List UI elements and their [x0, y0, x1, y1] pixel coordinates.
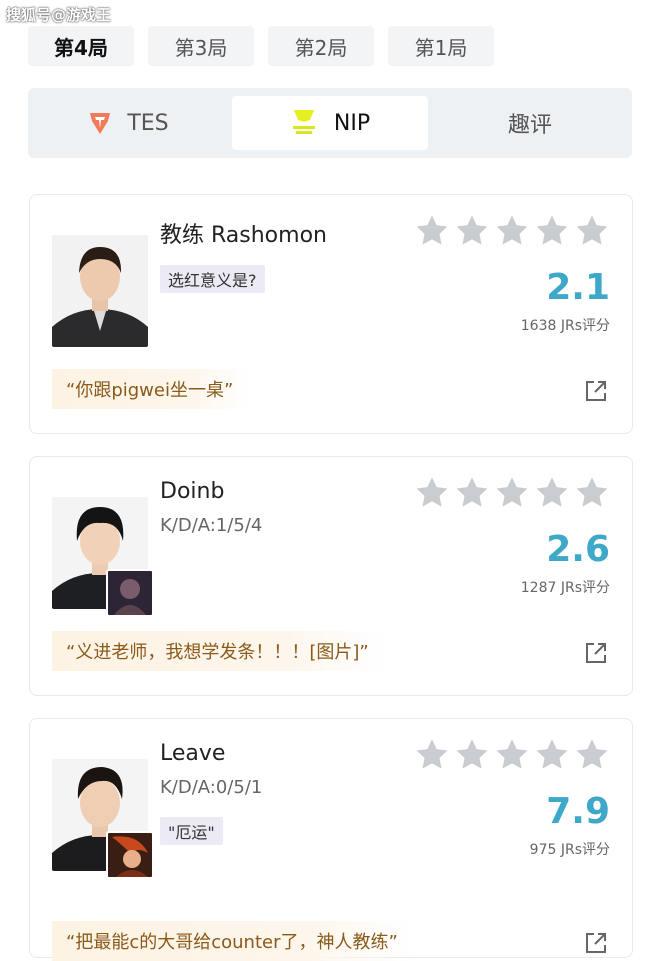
team-tab-bar: TES NIP 趣评 — [28, 88, 632, 158]
star-icon[interactable] — [574, 213, 610, 249]
tab-round-1[interactable]: 第1局 — [388, 26, 494, 66]
nip-logo-icon — [290, 108, 318, 138]
player-score: 2.6 — [546, 529, 610, 570]
star-icon[interactable] — [574, 737, 610, 773]
round-tabs: 第4局 第3局 第2局 第1局 — [28, 26, 494, 66]
tab-round-3[interactable]: 第3局 — [148, 26, 254, 66]
star-icon[interactable] — [574, 475, 610, 511]
rating-count: 1287 JRs评分 — [520, 580, 610, 596]
player-kda: K/D/A:0/5/1 — [160, 777, 263, 798]
share-icon[interactable] — [584, 641, 608, 665]
rating-count: 975 JRs评分 — [529, 842, 610, 858]
rating-stars[interactable] — [414, 213, 610, 249]
star-icon[interactable] — [454, 475, 490, 511]
player-avatar — [52, 235, 148, 347]
star-icon[interactable] — [454, 213, 490, 249]
player-card: Leave K/D/A:0/5/1 "厄运" 7.9 975 JRs评分 “把最… — [29, 718, 633, 961]
rating-count: 1638 JRs评分 — [520, 318, 610, 334]
tab-round-4[interactable]: 第4局 — [28, 26, 134, 66]
share-icon[interactable] — [584, 931, 608, 955]
star-icon[interactable] — [454, 737, 490, 773]
share-icon[interactable] — [584, 379, 608, 403]
player-tag: 选红意义是? — [160, 265, 265, 293]
rating-stars[interactable] — [414, 737, 610, 773]
tab-team-tes[interactable]: TES — [28, 96, 230, 150]
tab-review[interactable]: 趣评 — [430, 96, 630, 150]
top-comment[interactable]: “你跟pigwei坐一桌” — [52, 369, 250, 409]
watermark: 搜狐号@游戏王 — [6, 6, 112, 24]
star-icon[interactable] — [414, 213, 450, 249]
star-icon[interactable] — [534, 475, 570, 511]
star-icon[interactable] — [494, 737, 530, 773]
star-icon[interactable] — [414, 475, 450, 511]
player-name: Leave — [160, 741, 226, 766]
player-kda: K/D/A:1/5/4 — [160, 515, 263, 536]
player-score: 2.1 — [546, 267, 610, 308]
player-tag: "厄运" — [160, 817, 223, 845]
tes-logo-icon — [89, 111, 111, 135]
champion-icon — [106, 569, 154, 617]
star-icon[interactable] — [534, 737, 570, 773]
champion-icon — [106, 831, 154, 879]
player-name: Doinb — [160, 479, 225, 504]
player-card: Doinb K/D/A:1/5/4 2.6 1287 JRs评分 “义进老师，我… — [29, 456, 633, 696]
tab-round-2[interactable]: 第2局 — [268, 26, 374, 66]
tab-team-tes-label: TES — [127, 110, 169, 136]
star-icon[interactable] — [534, 213, 570, 249]
star-icon[interactable] — [494, 213, 530, 249]
tab-team-nip-label: NIP — [333, 110, 371, 136]
star-icon[interactable] — [494, 475, 530, 511]
tab-team-nip[interactable]: NIP — [232, 96, 428, 150]
star-icon[interactable] — [414, 737, 450, 773]
top-comment[interactable]: “义进老师，我想学发条！！！[图片]” — [52, 631, 385, 671]
rating-stars[interactable] — [414, 475, 610, 511]
player-card: 教练 Rashomon 选红意义是? 2.1 1638 JRs评分 “你跟pig… — [29, 194, 633, 434]
player-name: 教练 Rashomon — [160, 223, 327, 248]
player-score: 7.9 — [546, 791, 610, 832]
top-comment[interactable]: “把最能c的大哥给counter了，神人教练” — [52, 921, 414, 961]
